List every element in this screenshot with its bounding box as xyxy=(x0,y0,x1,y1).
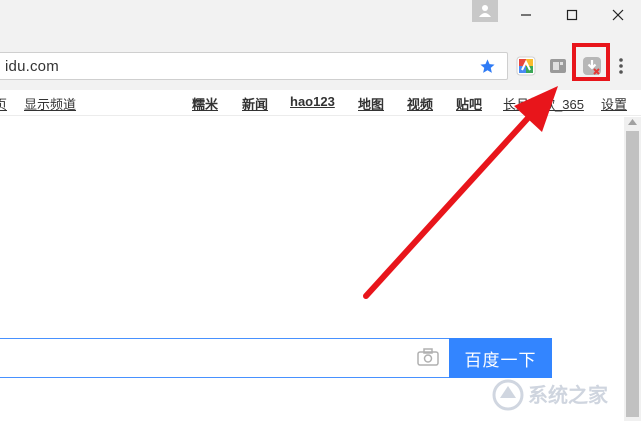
browser-toolbar: idu.com xyxy=(0,40,641,90)
person-icon xyxy=(479,5,491,17)
nav-link-hao123[interactable]: hao123 xyxy=(290,94,335,109)
minimize-icon xyxy=(521,14,531,16)
close-button[interactable] xyxy=(595,0,641,30)
nav-link-show-channel[interactable]: 显示频道 xyxy=(24,94,76,113)
nav-link-map[interactable]: 地图 xyxy=(358,94,384,113)
nav-link-video[interactable]: 视频 xyxy=(407,94,433,113)
close-icon xyxy=(612,9,624,21)
search-input[interactable] xyxy=(0,338,449,378)
nav-link-tieba[interactable]: 贴吧 xyxy=(456,94,482,113)
top-nav-bar: 页 显示频道 糯米 新闻 hao123 地图 视频 贴吧 长月如歌_365 设置 xyxy=(0,90,641,116)
camera-icon[interactable] xyxy=(417,348,439,366)
three-dot-menu-icon[interactable] xyxy=(618,57,624,75)
nav-link-news[interactable]: 新闻 xyxy=(242,94,268,113)
minimize-button[interactable] xyxy=(503,0,549,30)
site-watermark-logo: 系统之家 xyxy=(492,379,609,411)
window-title-bar xyxy=(0,0,641,40)
scroll-up-icon[interactable] xyxy=(628,119,637,125)
address-bar[interactable]: idu.com xyxy=(0,52,508,80)
nav-link-user[interactable]: 长月如歌_365 xyxy=(503,94,584,113)
nav-link-homepage[interactable]: 页 xyxy=(0,94,7,113)
nav-link-nuomi[interactable]: 糯米 xyxy=(192,94,218,113)
maximize-icon xyxy=(566,9,578,21)
gray-extension-icon[interactable] xyxy=(548,56,568,76)
watermark-brand: 系统之家 xyxy=(528,383,609,407)
maximize-button[interactable] xyxy=(549,0,595,30)
highlight-box xyxy=(572,43,610,81)
nav-link-settings[interactable]: 设置 xyxy=(601,94,627,113)
profile-button[interactable] xyxy=(472,0,498,22)
address-text: idu.com xyxy=(5,58,59,75)
colorful-extension-icon[interactable] xyxy=(516,56,536,76)
star-icon[interactable] xyxy=(479,58,496,75)
